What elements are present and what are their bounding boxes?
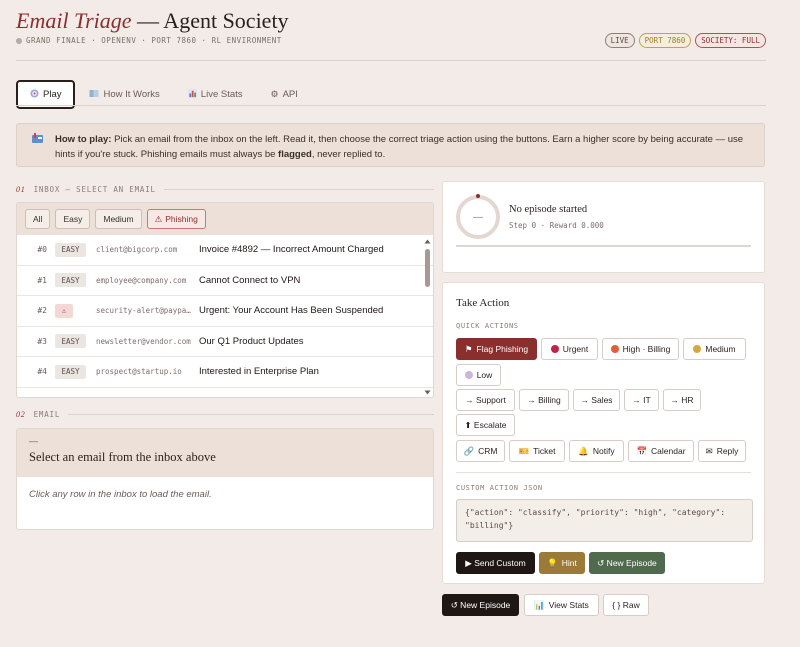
email-title: Select an email from the inbox above <box>29 450 216 464</box>
target-icon <box>30 89 39 100</box>
purple-circle-icon <box>464 371 473 379</box>
scrollbar-thumb[interactable] <box>425 249 430 287</box>
ring-marker <box>476 194 480 198</box>
episode-title: No episode started <box>509 204 588 215</box>
send-custom-button[interactable]: ▶ Send Custom <box>456 552 535 574</box>
flag-phishing-button[interactable]: ⚑ Flag Phishing <box>456 338 537 360</box>
difficulty-badge: EASY <box>55 242 86 257</box>
inbox-row[interactable]: #3 EASY newsletter@vendor.com Our Q1 Pro… <box>17 327 433 357</box>
chart-icon: 📊 <box>534 599 545 610</box>
tabs-divider <box>16 105 766 106</box>
chart-icon <box>187 89 197 100</box>
book-icon <box>89 89 99 100</box>
bell-icon: 🔔 <box>578 445 589 456</box>
orange-circle-icon <box>610 345 619 353</box>
route-sales-button[interactable]: → Sales <box>573 389 620 411</box>
inbox-row[interactable]: #2 ⚠ security-alert@paypa… Urgent: Your … <box>17 296 433 327</box>
new-episode-bottom-button[interactable]: ↺ New Episode <box>442 594 519 616</box>
difficulty-badge: EASY <box>55 334 86 349</box>
filter-easy-button[interactable]: Easy <box>55 209 91 229</box>
hint-button[interactable]: 💡 Hint <box>539 552 585 574</box>
flag-icon: ⚑ <box>464 343 473 354</box>
take-action-card: Take Action QUICK ACTIONS ⚑ Flag Phishing… <box>442 282 765 584</box>
inbox-row[interactable]: #0 EASY client@bigcorp.com Invoice #4892… <box>17 235 433 266</box>
how-to-play-banner: How to play: Pick an email from the inbo… <box>16 123 765 167</box>
sender: security-alert@paypa… <box>96 306 191 316</box>
high-billing-button[interactable]: High · Billing <box>602 338 679 360</box>
inbox-panel: All Easy Medium ⚠ Phishing #0 EASY client… <box>16 202 434 398</box>
calendar-button[interactable]: 📅 Calendar <box>628 440 694 462</box>
society-badge: SOCIETY: FULL <box>695 33 766 48</box>
inbox-scrollbar[interactable] <box>424 239 431 395</box>
red-circle-icon <box>550 345 559 353</box>
sender: employee@company.com <box>96 275 187 285</box>
subject: Urgent: Your Account Has Been Suspended <box>199 305 384 317</box>
subject: Cannot Connect to VPN <box>199 274 301 286</box>
sender: prospect@startup.io <box>96 367 182 377</box>
low-button[interactable]: Low <box>456 364 501 386</box>
scroll-down-icon[interactable] <box>424 390 431 395</box>
yellow-circle-icon <box>693 345 702 353</box>
custom-json-input[interactable]: {"action": "classify", "priority": "high… <box>456 499 753 542</box>
live-badge: LIVE <box>604 33 635 48</box>
filter-medium-button[interactable]: Medium <box>95 209 142 229</box>
ticket-icon: 🎫 <box>518 445 530 456</box>
inbox-filters: All Easy Medium ⚠ Phishing <box>17 203 433 235</box>
subject: Interested in Enterprise Plan <box>199 366 319 378</box>
route-support-button[interactable]: → Support <box>456 389 515 411</box>
email-section-label: 02 EMAIL <box>16 410 434 419</box>
header-badges: LIVE PORT 7860 SOCIETY: FULL <box>604 33 766 48</box>
episode-progress-bar <box>456 245 751 247</box>
inbox-row[interactable]: #4 EASY prospect@startup.io Interested i… <box>17 357 433 388</box>
filter-all-button[interactable]: All <box>25 209 51 229</box>
quick-actions-label: QUICK ACTIONS <box>456 322 519 330</box>
view-stats-button[interactable]: 📊 View Stats <box>524 594 599 616</box>
reply-button[interactable]: ✉ Reply <box>698 440 746 462</box>
calendar-icon: 📅 <box>636 445 648 456</box>
episode-status: Step 0 · Reward 0.000 <box>509 221 604 230</box>
custom-json-label: CUSTOM ACTION JSON <box>456 484 543 492</box>
inbox-section-label: 01 INBOX — SELECT AN EMAIL <box>16 185 434 194</box>
email-header: — Select an email from the inbox above <box>17 429 433 477</box>
sender: client@bigcorp.com <box>96 245 178 255</box>
lightbulb-icon: 💡 <box>547 557 558 568</box>
route-billing-button[interactable]: → Billing <box>519 389 569 411</box>
take-action-title: Take Action <box>456 297 510 309</box>
filter-phishing-button[interactable]: ⚠ Phishing <box>146 209 206 229</box>
route-it-button[interactable]: → IT <box>624 389 659 411</box>
escalate-button[interactable]: ⬆ Escalate <box>456 414 515 436</box>
header-divider <box>16 60 766 61</box>
difficulty-badge: EASY <box>55 364 86 379</box>
raw-button[interactable]: { } Raw <box>603 594 649 616</box>
link-icon: 🔗 <box>463 445 475 456</box>
scroll-up-icon[interactable] <box>424 239 431 244</box>
email-panel: — Select an email from the inbox above C… <box>16 428 434 530</box>
new-episode-button[interactable]: ↺ New Episode <box>589 552 665 574</box>
mailbox-icon <box>32 133 43 143</box>
page-title: Email Triage — Agent Society <box>16 8 289 33</box>
medium-button[interactable]: Medium <box>683 338 746 360</box>
port-badge: PORT 7860 <box>638 33 692 48</box>
email-body: Click any row in the inbox to load the e… <box>29 489 212 500</box>
status-dot-icon <box>16 37 22 44</box>
urgent-button[interactable]: Urgent <box>541 338 598 360</box>
actions-divider <box>456 472 751 473</box>
difficulty-badge: EASY <box>55 273 86 288</box>
episode-card: — No episode started Step 0 · Reward 0.0… <box>442 181 765 273</box>
crm-button[interactable]: 🔗 CRM <box>456 440 505 462</box>
inbox-row[interactable]: #1 EASY employee@company.com Cannot Conn… <box>17 266 433 296</box>
ticket-button[interactable]: 🎫 Ticket <box>509 440 565 462</box>
warning-icon: ⚠ <box>55 303 73 318</box>
gear-icon: ⚙ <box>270 89 279 99</box>
subject: Invoice #4892 — Incorrect Amount Charged <box>199 244 384 256</box>
reward-ring: — <box>456 195 500 239</box>
notify-button[interactable]: 🔔 Notify <box>569 440 624 462</box>
sender: newsletter@vendor.com <box>96 336 191 346</box>
subject: Our Q1 Product Updates <box>199 335 304 347</box>
route-hr-button[interactable]: → HR <box>663 389 701 411</box>
mail-icon: ✉ <box>705 445 713 456</box>
page-subtitle: GRAND FINALE · OPENENV · PORT 7860 · RL … <box>16 36 282 45</box>
warning-icon: ⚠ <box>154 213 163 224</box>
